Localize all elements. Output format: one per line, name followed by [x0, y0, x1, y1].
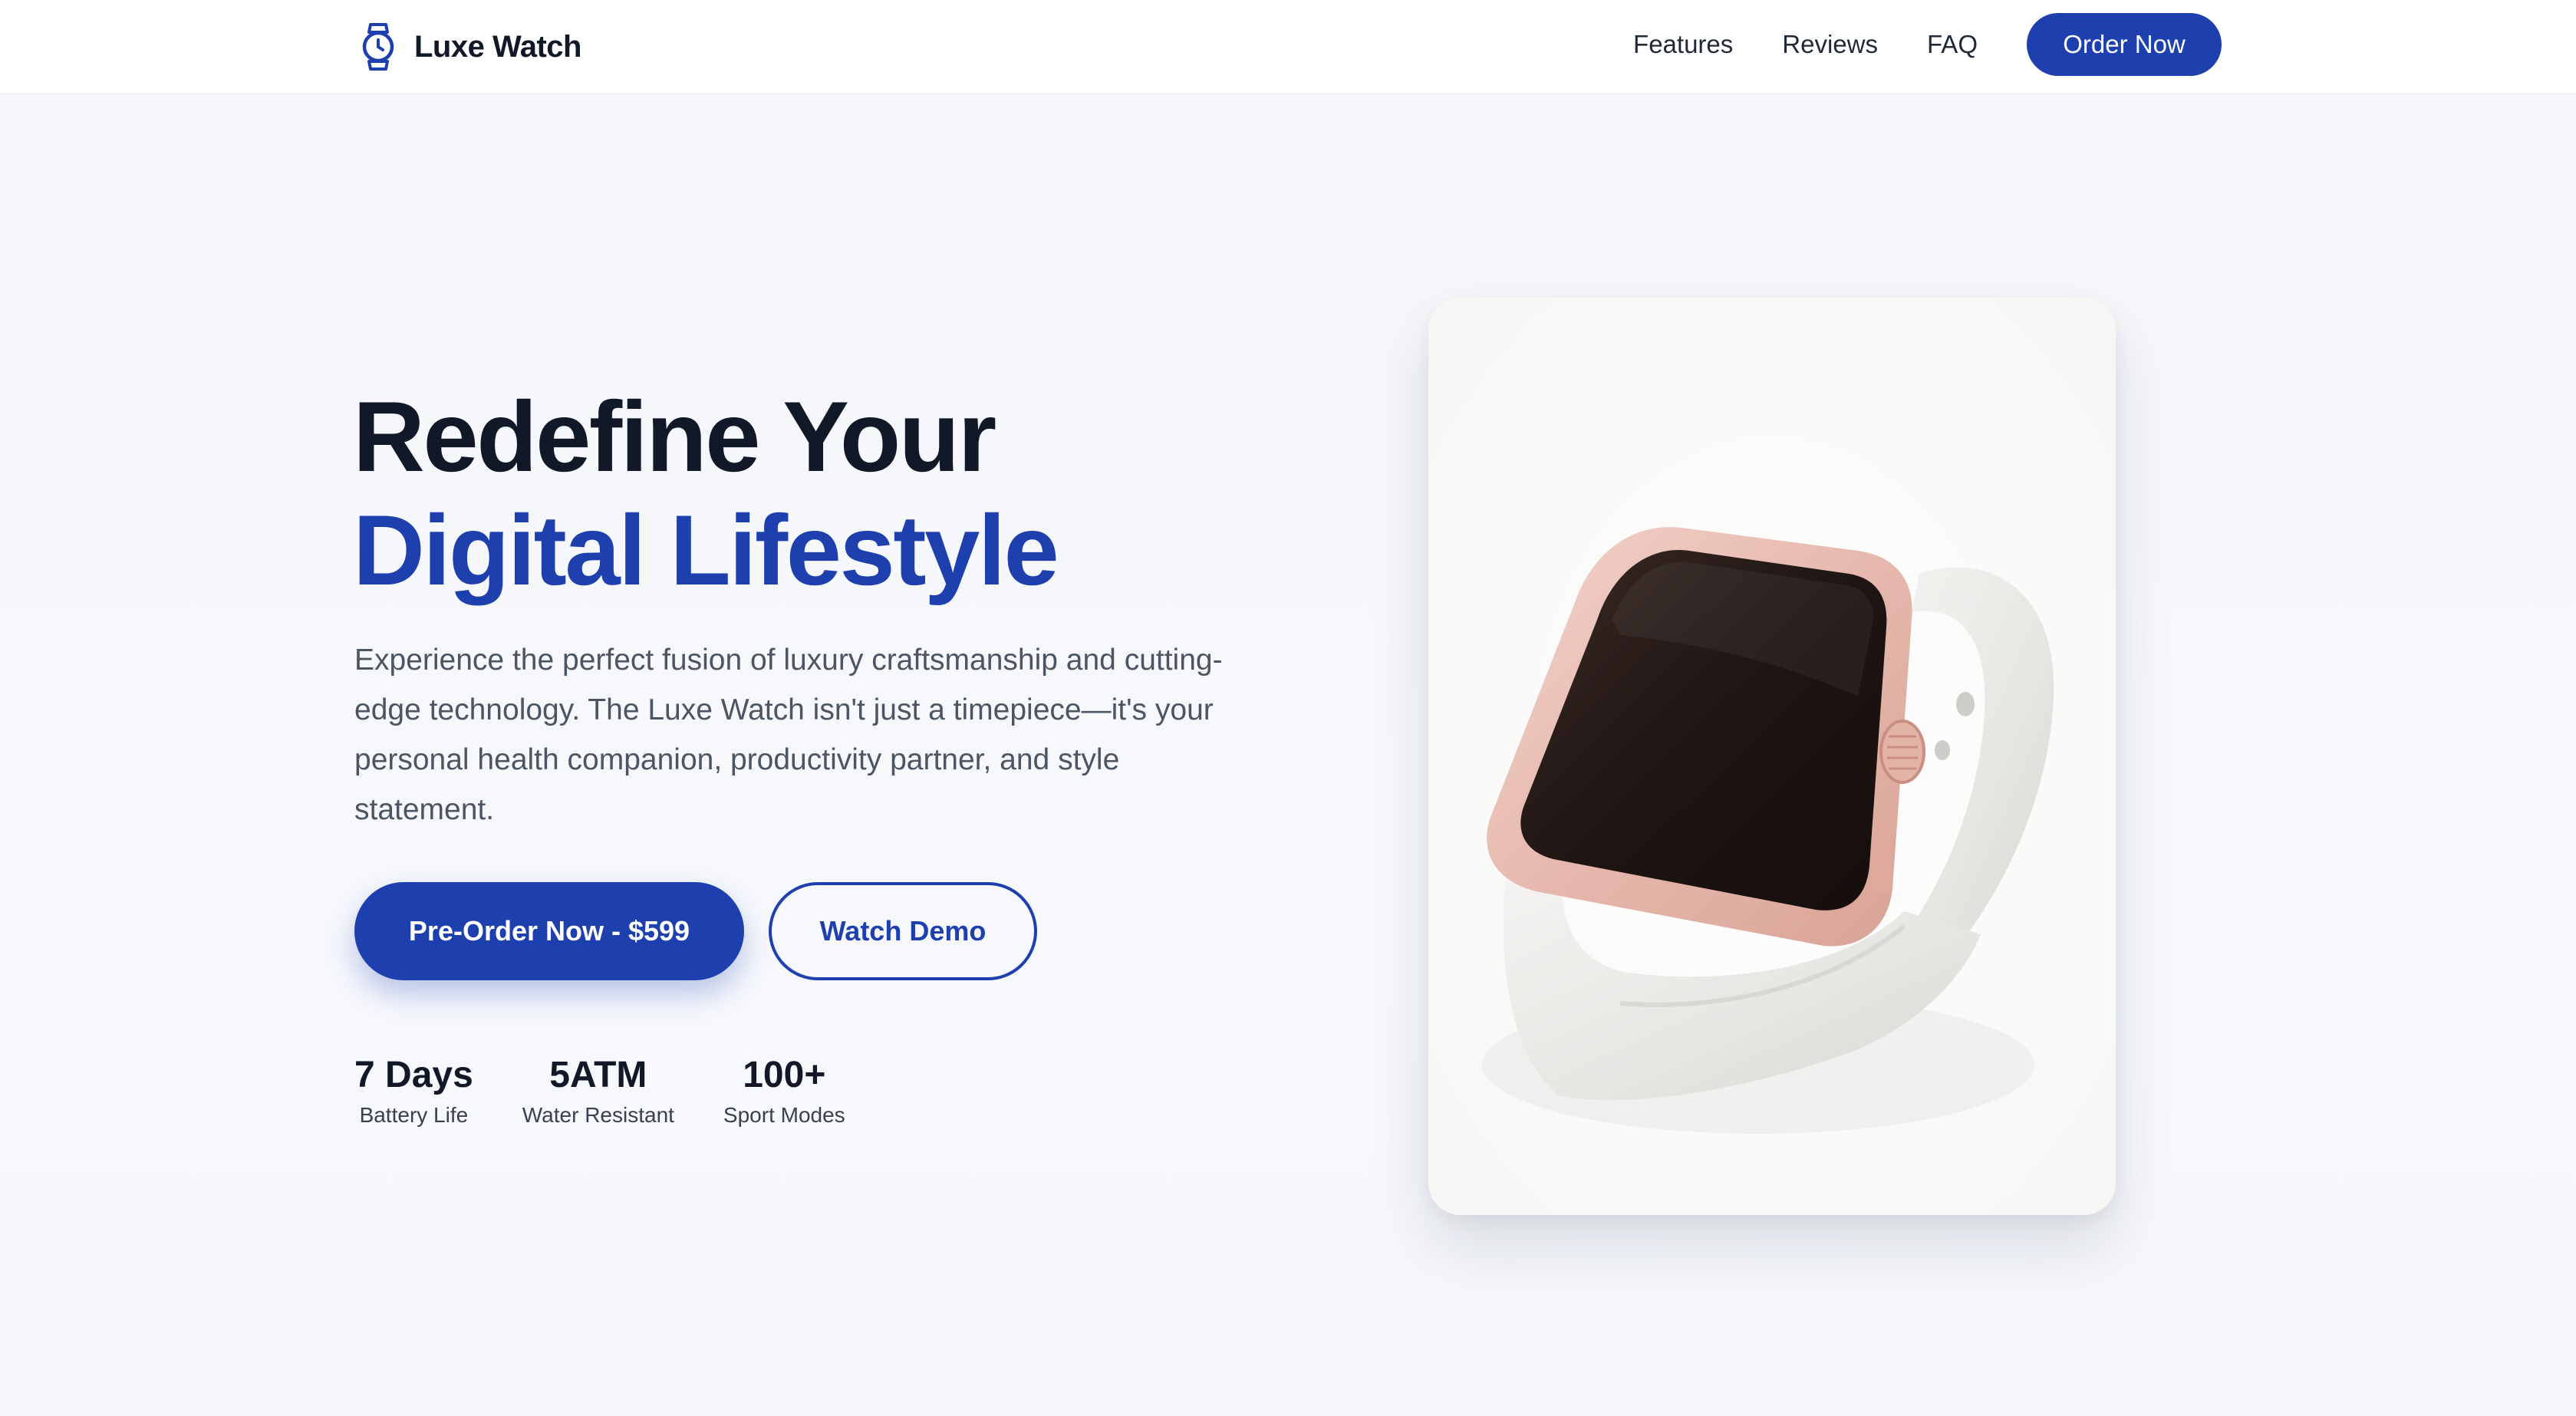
- stat-sport: 100+ Sport Modes: [723, 1052, 845, 1128]
- order-now-button[interactable]: Order Now: [2027, 13, 2222, 76]
- nav-link-reviews[interactable]: Reviews: [1782, 30, 1878, 59]
- hero-title: Redefine Your Digital Lifestyle: [353, 380, 1059, 607]
- stat-value: 5ATM: [549, 1055, 647, 1095]
- stat-label: Battery Life: [359, 1103, 469, 1127]
- stat-label: Water Resistant: [522, 1103, 674, 1127]
- smartwatch-image: [1428, 298, 2116, 1215]
- top-navbar: Luxe Watch Features Reviews FAQ Order No…: [0, 0, 2576, 94]
- hero-title-line2: Digital Lifestyle: [353, 494, 1059, 606]
- nav-link-faq[interactable]: FAQ: [1927, 30, 1978, 59]
- hero-description: Experience the perfect fusion of luxury …: [354, 644, 1223, 826]
- hero-title-line1: Redefine Your: [353, 380, 996, 492]
- stat-label: Sport Modes: [723, 1103, 845, 1127]
- pre-order-button[interactable]: Pre-Order Now - $599: [354, 882, 744, 980]
- landing-page: Luxe Watch Features Reviews FAQ Order No…: [0, 0, 2576, 1416]
- watch-icon: [362, 23, 394, 71]
- stat-value: 100+: [743, 1055, 826, 1095]
- stat-battery: 7 Days Battery Life: [354, 1052, 473, 1128]
- hero-cta-row: Pre-Order Now - $599 Watch Demo: [354, 882, 1037, 980]
- brand-logo[interactable]: Luxe Watch: [361, 20, 582, 74]
- product-image-card: [1428, 298, 2116, 1215]
- stats-row: 7 Days Battery Life 5ATM Water Resistant…: [354, 1052, 894, 1128]
- stat-water: 5ATM Water Resistant: [522, 1052, 674, 1128]
- stat-value: 7 Days: [354, 1055, 473, 1095]
- watch-demo-button[interactable]: Watch Demo: [769, 882, 1037, 980]
- brand-name: Luxe Watch: [414, 29, 582, 64]
- nav-link-features[interactable]: Features: [1633, 30, 1733, 59]
- nav-links: Features Reviews FAQ Order Now: [1633, 13, 2222, 76]
